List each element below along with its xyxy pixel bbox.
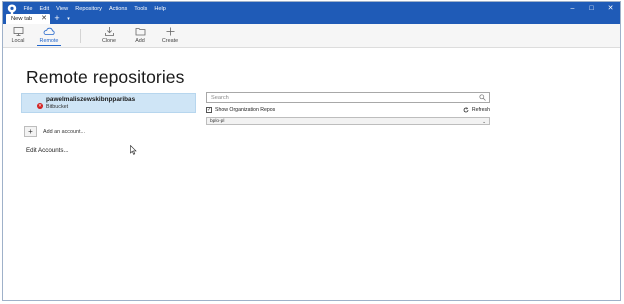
- account-item-bitbucket[interactable]: ✕ pawelmaliszewskibnpparibas Bitbucket: [21, 93, 196, 113]
- local-button[interactable]: Local: [7, 26, 29, 46]
- window-controls: – □ ✕: [563, 2, 620, 14]
- create-button[interactable]: Create: [158, 26, 182, 46]
- account-provider: Bitbucket: [46, 104, 69, 110]
- cloud-icon: [43, 27, 55, 35]
- tab-strip: New tab ✕ + ▾: [3, 14, 620, 24]
- menu-repository[interactable]: Repository: [72, 5, 106, 14]
- tab-label: New tab: [11, 16, 33, 22]
- remote-button[interactable]: Remote: [37, 26, 61, 46]
- refresh-icon: [463, 107, 469, 113]
- folder-icon: [135, 28, 145, 36]
- add-account-row: + Add an account...: [24, 126, 85, 137]
- search-placeholder: Search: [211, 95, 229, 101]
- remote-label: Remote: [39, 38, 59, 44]
- search-input[interactable]: Search: [206, 92, 490, 103]
- create-label: Create: [161, 38, 179, 44]
- refresh-label: Refresh: [471, 107, 490, 113]
- account-username: pawelmaliszewskibnpparibas: [46, 96, 136, 103]
- organization-select[interactable]: bplo-pl ⌄: [206, 117, 490, 125]
- tab-new-tab[interactable]: New tab ✕: [6, 14, 50, 24]
- organization-select-value: bplo-pl: [210, 119, 225, 124]
- monitor-icon: [13, 27, 23, 36]
- search-icon: [479, 94, 486, 101]
- minimize-button[interactable]: –: [563, 2, 582, 14]
- menu-file[interactable]: File: [20, 5, 36, 14]
- sourcetree-window: File Edit View Repository Actions Tools …: [2, 1, 621, 301]
- add-account-link[interactable]: Add an account...: [43, 129, 85, 135]
- add-account-button[interactable]: +: [24, 126, 37, 137]
- mouse-cursor-icon: [130, 145, 137, 155]
- menu-help[interactable]: Help: [151, 5, 170, 14]
- title-bar: File Edit View Repository Actions Tools …: [3, 2, 620, 24]
- maximize-button[interactable]: □: [582, 2, 601, 14]
- clone-label: Clone: [101, 38, 117, 44]
- tab-dropdown-icon[interactable]: ▾: [65, 14, 72, 24]
- toolbar: Local Remote Clone Add Create: [3, 24, 620, 48]
- menu-tools[interactable]: Tools: [131, 5, 151, 14]
- chevron-down-icon: ⌄: [482, 119, 486, 124]
- plus-icon: [166, 27, 174, 36]
- new-tab-button[interactable]: +: [53, 14, 61, 24]
- close-button[interactable]: ✕: [601, 2, 620, 14]
- options-row: ✓ Show Organization Repos Refresh: [206, 106, 490, 115]
- add-label: Add: [135, 38, 145, 44]
- menu-actions[interactable]: Actions: [105, 5, 130, 14]
- edit-accounts-link[interactable]: Edit Accounts...: [26, 147, 69, 154]
- page-title: Remote repositories: [26, 67, 185, 87]
- show-org-repos-checkbox[interactable]: ✓: [206, 107, 212, 113]
- menu-bar: File Edit View Repository Actions Tools …: [20, 5, 169, 14]
- menu-edit[interactable]: Edit: [36, 5, 53, 14]
- show-org-repos-label[interactable]: Show Organization Repos: [215, 106, 275, 114]
- clone-button[interactable]: Clone: [98, 26, 120, 46]
- toolbar-divider: [80, 29, 81, 43]
- refresh-button[interactable]: Refresh: [463, 106, 490, 114]
- local-label: Local: [11, 38, 25, 44]
- add-button[interactable]: Add: [129, 26, 151, 46]
- download-icon: [104, 27, 114, 36]
- tab-close-icon[interactable]: ✕: [41, 14, 47, 24]
- error-icon: ✕: [37, 103, 43, 109]
